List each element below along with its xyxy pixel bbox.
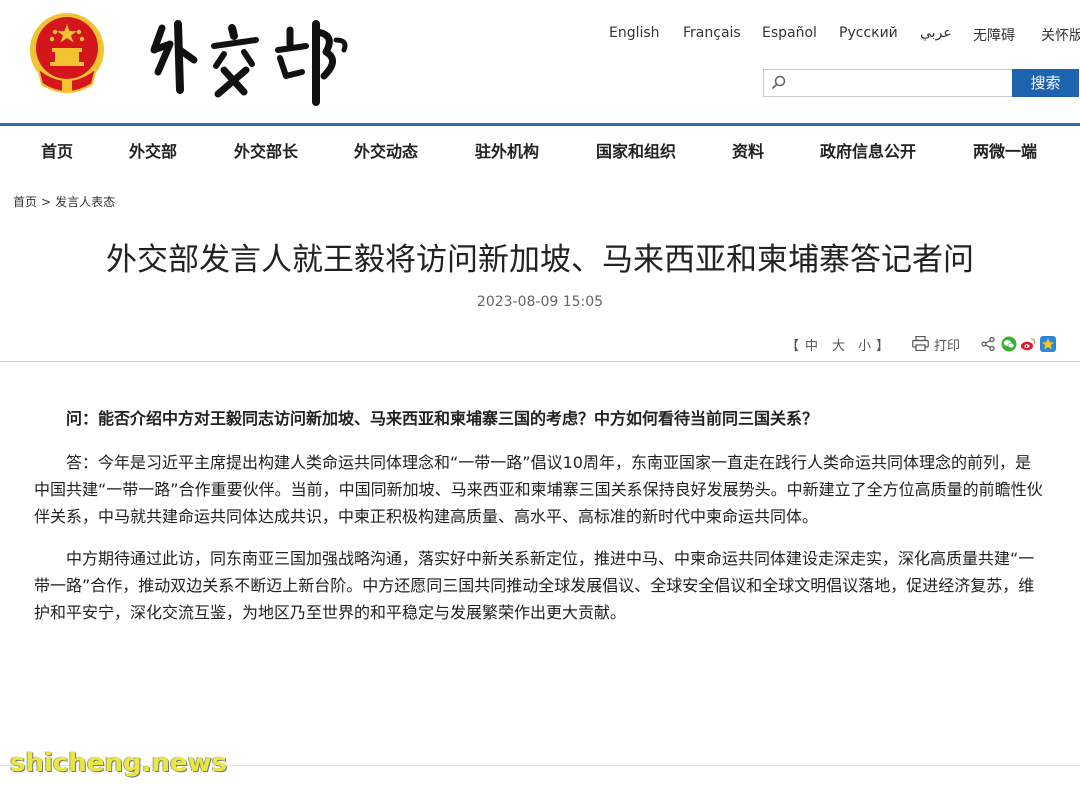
weibo-icon[interactable] <box>1020 336 1036 352</box>
lang-russian-link[interactable]: Русский <box>839 25 898 41</box>
language-bar: English Français Español Русский عربي 无障… <box>0 25 1080 45</box>
nav-item-diplomatic-news[interactable]: 外交动态 <box>354 138 418 162</box>
share-icon[interactable] <box>981 337 995 351</box>
national-emblem-icon[interactable] <box>28 10 106 94</box>
wechat-icon[interactable] <box>1001 336 1017 352</box>
nav-item-resources[interactable]: 资料 <box>732 138 764 162</box>
nav-item-missions-overseas[interactable]: 驻外机构 <box>475 138 539 162</box>
article-paragraph: 中方期待通过此访，同东南亚三国加强战略沟通，落实好中新关系新定位，推进中马、中柬… <box>34 549 1035 622</box>
accessibility-link[interactable]: 无障碍 <box>973 25 1015 45</box>
search-input[interactable] <box>792 72 1006 94</box>
nav-item-ministry[interactable]: 外交部 <box>129 138 177 162</box>
site-header: English Français Español Русский عربي 无障… <box>0 0 1080 123</box>
breadcrumb-current-link[interactable]: 发言人表态 <box>55 195 115 209</box>
nav-item-countries-organizations[interactable]: 国家和组织 <box>596 138 676 162</box>
lang-spanish-link[interactable]: Español <box>762 25 817 41</box>
nav-item-government-info[interactable]: 政府信息公开 <box>820 138 916 162</box>
nav-item-minister[interactable]: 外交部长 <box>234 138 298 162</box>
font-size-large-button[interactable]: 大 <box>832 335 845 354</box>
page-title: 外交部发言人就王毅将访问新加坡、马来西亚和柬埔寨答记者问 <box>106 242 974 278</box>
search-box <box>763 69 1013 97</box>
lang-french-link[interactable]: Français <box>683 25 741 41</box>
font-size-bracket-open: 【 <box>786 339 800 354</box>
answer-paragraph: 答：今年是习近平主席提出构建人类命运共同体理念和“一带一路”倡议10周年，东南亚… <box>34 453 1043 526</box>
font-size-bracket-close: 】 <box>876 339 890 354</box>
article-tools: 【 中 大 小 】 打印 <box>0 335 1080 355</box>
lang-arabic-link[interactable]: عربي <box>920 25 952 41</box>
publish-date: 2023-08-09 15:05 <box>476 294 604 310</box>
article-body: 问：能否介绍中方对王毅同志访问新加坡、马来西亚和柬埔寨三国的考虑？中方如何看待当… <box>34 405 1046 641</box>
font-size-small-button[interactable]: 小 <box>858 335 871 354</box>
qzone-icon[interactable] <box>1040 336 1056 352</box>
nav-item-social-media[interactable]: 两微一端 <box>973 138 1037 162</box>
font-size-medium-button[interactable]: 中 <box>805 335 818 354</box>
lang-english-link[interactable]: English <box>609 25 660 41</box>
print-button[interactable]: 打印 <box>934 335 960 354</box>
title-divider <box>0 361 1080 362</box>
elderly-mode-link[interactable]: 关怀版 <box>1041 25 1080 45</box>
watermark: shicheng.news <box>10 748 228 778</box>
breadcrumb-home-link[interactable]: 首页 <box>13 195 37 209</box>
printer-icon[interactable] <box>912 336 929 351</box>
search-button[interactable]: 搜索 <box>1012 69 1079 97</box>
main-nav: 首页 外交部 外交部长 外交动态 驻外机构 国家和组织 资料 政府信息公开 两微… <box>0 126 1080 172</box>
question-paragraph: 问：能否介绍中方对王毅同志访问新加坡、马来西亚和柬埔寨三国的考虑？中方如何看待当… <box>66 409 819 428</box>
search-icon <box>772 75 786 89</box>
breadcrumb-separator: > <box>41 195 52 209</box>
breadcrumb: 首页 > 发言人表态 <box>13 193 115 210</box>
nav-item-home[interactable]: 首页 <box>41 138 73 162</box>
